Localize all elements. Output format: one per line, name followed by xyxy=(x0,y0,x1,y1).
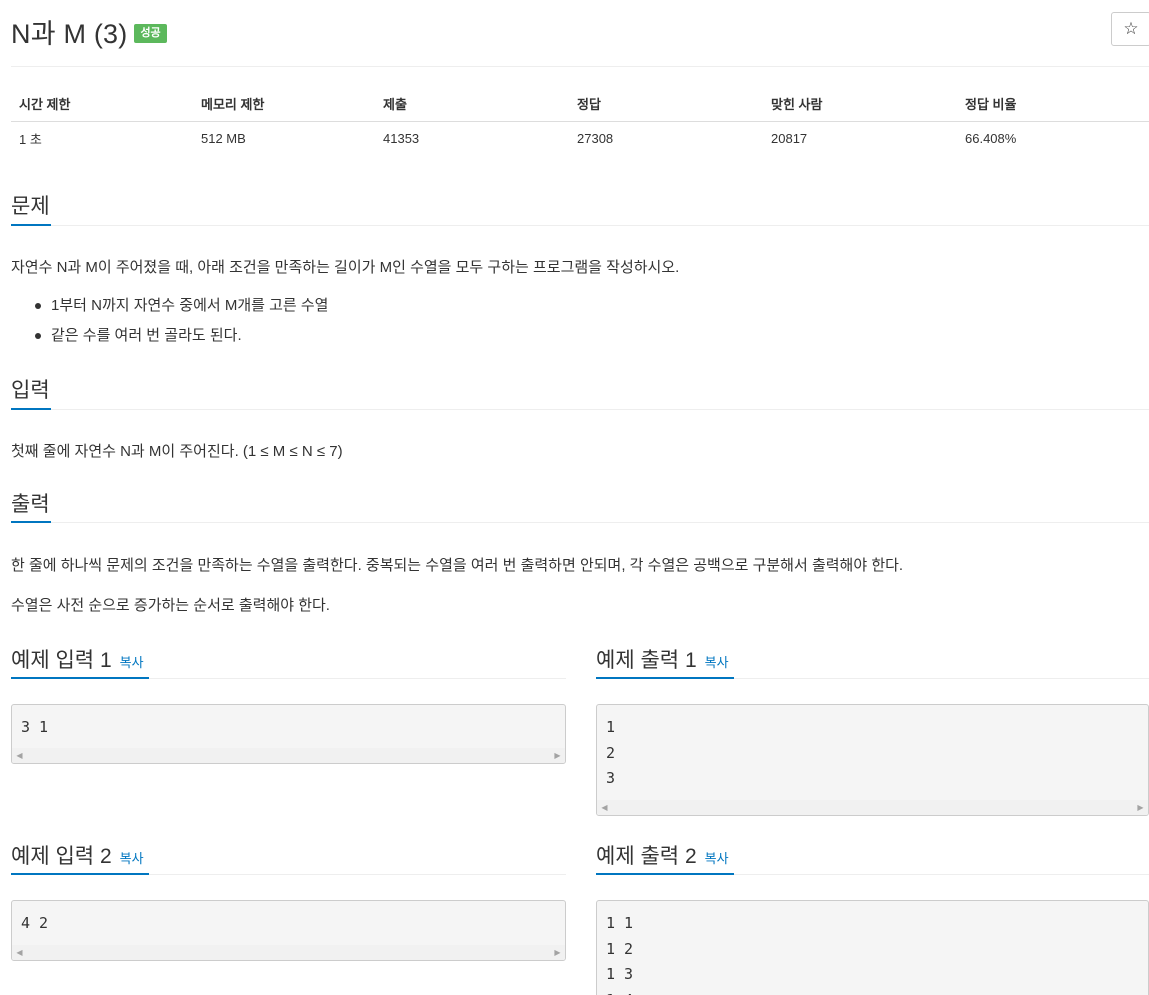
title-row: N과 M (3) 성공 xyxy=(11,13,167,49)
list-item: 같은 수를 여러 번 골라도 된다. xyxy=(35,326,328,356)
sample-input-1-box[interactable]: 3 1 ◀ ▶ xyxy=(11,704,566,764)
horizontal-scrollbar[interactable]: ◀ ▶ xyxy=(12,945,565,960)
copy-button[interactable]: 복사 xyxy=(705,652,729,671)
output-heading: 출력 xyxy=(11,493,50,516)
info-header-submit: 제출 xyxy=(375,86,569,122)
info-header-correct: 정답 xyxy=(569,86,763,122)
copy-button[interactable]: 복사 xyxy=(120,652,144,671)
sample-output-2-header: 예제 출력 2 복사 xyxy=(596,840,729,870)
scroll-left-icon[interactable]: ◀ xyxy=(12,945,27,960)
heading-underline xyxy=(11,677,149,679)
info-correct: 27308 xyxy=(577,131,614,147)
problem-text: 자연수 N과 M이 주어졌을 때, 아래 조건을 만족하는 길이가 M인 수열을… xyxy=(11,259,680,276)
info-value-row: 1 초 512 MB 41353 27308 20817 66.408% xyxy=(11,121,1149,156)
sample-output-1-title: 예제 출력 1 xyxy=(596,649,697,672)
copy-button[interactable]: 복사 xyxy=(705,848,729,867)
info-memory: 512 MB xyxy=(201,131,246,147)
output-text-1: 한 줄에 하나씩 문제의 조건을 만족하는 수열을 출력한다. 중복되는 수열을… xyxy=(11,557,904,574)
divider xyxy=(11,225,1149,226)
code-line: 1 3 xyxy=(606,965,634,983)
info-header-memory: 메모리 제한 xyxy=(193,86,375,122)
sample-input-2-title: 예제 입력 2 xyxy=(11,845,112,868)
sample-output-1-header: 예제 출력 1 복사 xyxy=(596,644,729,674)
status-badge: 성공 xyxy=(134,23,167,43)
list-item: 1부터 N까지 자연수 중에서 M개를 고른 수열 xyxy=(35,296,328,326)
input-text: 첫째 줄에 자연수 N과 M이 주어진다. (1 ≤ M ≤ N ≤ 7) xyxy=(11,443,343,460)
heading-underline xyxy=(11,873,149,875)
scroll-left-icon[interactable]: ◀ xyxy=(12,748,27,763)
sample-output-2-box[interactable]: 1 1 1 2 1 3 1 4 xyxy=(596,900,1149,995)
heading-underline xyxy=(596,873,734,875)
info-submit: 41353 xyxy=(383,131,420,147)
divider xyxy=(11,522,1149,523)
scroll-left-icon[interactable]: ◀ xyxy=(597,800,612,815)
code-line: 1 1 xyxy=(606,914,634,932)
code-line: 3 xyxy=(606,769,616,787)
code-line: 4 2 xyxy=(21,914,49,932)
info-header-solved: 맞힌 사람 xyxy=(763,86,957,122)
sample-input-1-title: 예제 입력 1 xyxy=(11,649,112,672)
output-text-2: 수열은 사전 순으로 증가하는 순서로 출력해야 한다. xyxy=(11,597,330,614)
info-time: 1 초 xyxy=(19,132,42,148)
copy-button[interactable]: 복사 xyxy=(120,848,144,867)
code-line: 1 xyxy=(606,718,616,736)
star-button[interactable]: ☆ xyxy=(1111,12,1149,46)
divider xyxy=(11,66,1149,67)
info-header-ratio: 정답 비율 xyxy=(957,86,1149,122)
horizontal-scrollbar[interactable]: ◀ ▶ xyxy=(12,748,565,763)
sample-input-2-box[interactable]: 4 2 ◀ ▶ xyxy=(11,900,566,961)
problem-info-table: 시간 제한 메모리 제한 제출 정답 맞힌 사람 정답 비율 1 초 512 M… xyxy=(11,86,1149,156)
horizontal-scrollbar[interactable]: ◀ ▶ xyxy=(597,800,1148,815)
heading-underline xyxy=(11,521,51,523)
info-header-time: 시간 제한 xyxy=(11,86,193,122)
star-icon: ☆ xyxy=(1123,19,1139,39)
sample-input-2-header: 예제 입력 2 복사 xyxy=(11,840,144,870)
code-line: 2 xyxy=(606,743,616,762)
sample-output-2-title: 예제 출력 2 xyxy=(596,845,697,868)
scroll-right-icon[interactable]: ▶ xyxy=(1133,800,1148,815)
divider xyxy=(11,409,1149,410)
code-line: 1 4 xyxy=(606,991,633,995)
sample-output-1-box[interactable]: 1 2 3 ◀ ▶ xyxy=(596,704,1149,816)
code-line: 1 2 xyxy=(606,939,634,958)
sample-input-1-header: 예제 입력 1 복사 xyxy=(11,644,144,674)
heading-underline xyxy=(11,408,51,410)
heading-underline xyxy=(596,677,734,679)
code-line: 3 1 xyxy=(21,718,49,736)
page-title: N과 M (3) xyxy=(11,18,128,49)
info-solved: 20817 xyxy=(771,131,808,147)
scroll-right-icon[interactable]: ▶ xyxy=(550,748,565,763)
problem-heading: 문제 xyxy=(11,195,50,218)
info-header-row: 시간 제한 메모리 제한 제출 정답 맞힌 사람 정답 비율 xyxy=(11,86,1149,122)
heading-underline xyxy=(11,224,51,226)
scroll-right-icon[interactable]: ▶ xyxy=(550,945,565,960)
problem-conditions: 1부터 N까지 자연수 중에서 M개를 고른 수열 같은 수를 여러 번 골라도… xyxy=(35,296,328,356)
input-heading: 입력 xyxy=(11,379,50,402)
info-ratio: 66.408% xyxy=(965,131,1017,147)
